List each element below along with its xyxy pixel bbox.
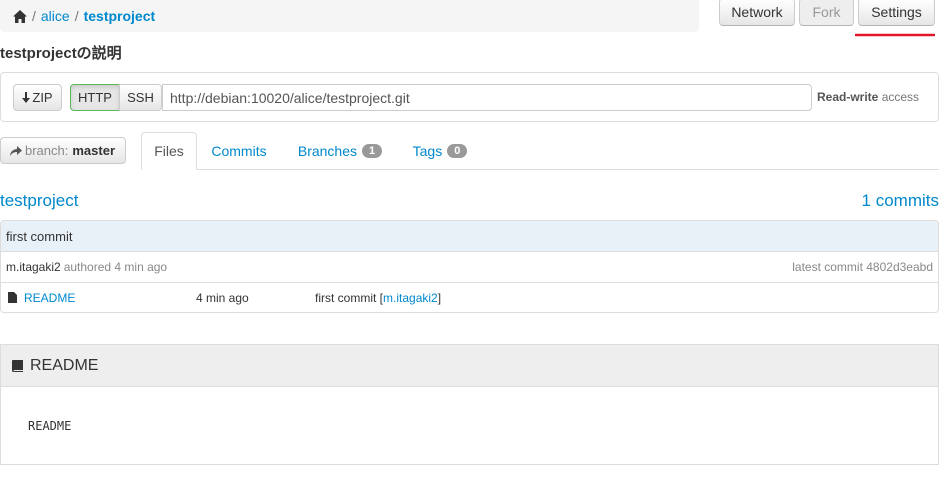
readme-title: README	[30, 356, 99, 374]
breadcrumb: / alice / testproject	[0, 0, 699, 32]
commit-author: m.itagaki2	[6, 260, 61, 274]
breadcrumb-separator: /	[74, 8, 79, 24]
tab-branches-label: Branches	[297, 143, 358, 159]
branch-label: branch:	[25, 143, 69, 158]
breadcrumb-project-link[interactable]: testproject	[84, 8, 156, 24]
table-row: README 4 min ago first commit [m.itagaki…	[1, 283, 938, 312]
branch-value: master	[72, 143, 116, 158]
breadcrumb-user-link[interactable]: alice	[41, 8, 70, 24]
clone-url-input[interactable]	[162, 84, 812, 111]
access-level: Read-write access	[817, 90, 919, 104]
breadcrumb-separator: /	[32, 8, 36, 24]
clone-bar: ZIP HTTP SSH Read-write access	[0, 72, 939, 122]
latest-commit-author-row: m.itagaki2 authored 4 min ago latest com…	[1, 252, 938, 283]
latest-commit-hash: latest commit 4802d3eabd	[792, 260, 933, 274]
home-icon[interactable]	[13, 9, 27, 23]
network-button[interactable]: Network	[719, 0, 795, 26]
tab-branches[interactable]: Branches 1	[290, 132, 390, 170]
ssh-protocol-button[interactable]: SSH	[119, 84, 162, 111]
readme-header: README	[1, 345, 938, 387]
file-commit-text: first commit	[315, 291, 377, 305]
download-arrow-icon	[22, 92, 31, 103]
file-table: first commit m.itagaki2 authored 4 min a…	[0, 220, 939, 313]
repo-name-link[interactable]: testproject	[0, 191, 78, 211]
fork-button[interactable]: Fork	[799, 0, 854, 26]
annotation-underline	[855, 33, 935, 37]
tab-tags[interactable]: Tags 0	[407, 132, 473, 170]
file-commit-author-link[interactable]: m.itagaki2	[383, 291, 438, 305]
zip-download-button[interactable]: ZIP	[13, 84, 62, 111]
tab-commits[interactable]: Commits	[207, 132, 271, 170]
zip-label: ZIP	[32, 90, 53, 105]
tab-tags-label: Tags	[412, 143, 443, 159]
branch-selector-button[interactable]: branch: master	[0, 137, 126, 164]
book-icon	[12, 359, 23, 372]
share-arrow-icon	[10, 145, 22, 156]
readme-content: README	[28, 419, 72, 433]
settings-button[interactable]: Settings	[858, 0, 935, 26]
http-protocol-button[interactable]: HTTP	[70, 84, 120, 111]
latest-commit-message: first commit	[1, 221, 938, 252]
branches-count-badge: 1	[362, 144, 383, 158]
readme-panel: README README	[0, 344, 939, 465]
file-commit-message: first commit [m.itagaki2]	[315, 291, 442, 305]
tags-count-badge: 0	[447, 144, 468, 158]
page-title: testprojectの説明	[0, 45, 122, 62]
commit-count-link[interactable]: 1 commits	[862, 191, 939, 211]
file-name-link[interactable]: README	[24, 291, 75, 305]
access-strong: Read-write	[817, 90, 879, 104]
file-icon	[8, 292, 17, 306]
file-age: 4 min ago	[196, 291, 249, 305]
tab-files[interactable]: Files	[141, 132, 197, 170]
authored-time: authored 4 min ago	[63, 260, 168, 274]
access-rest: access	[881, 90, 920, 104]
